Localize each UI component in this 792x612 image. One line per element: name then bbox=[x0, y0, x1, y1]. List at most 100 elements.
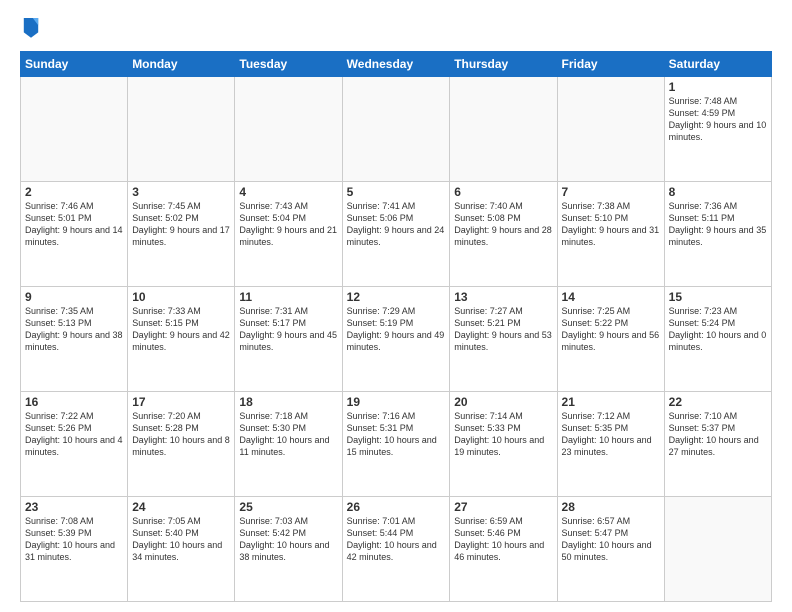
week-row-3: 9Sunrise: 7:35 AM Sunset: 5:13 PM Daylig… bbox=[21, 287, 772, 392]
calendar-cell: 3Sunrise: 7:45 AM Sunset: 5:02 PM Daylig… bbox=[128, 182, 235, 287]
day-number: 21 bbox=[562, 395, 660, 409]
day-number: 14 bbox=[562, 290, 660, 304]
week-row-1: 1Sunrise: 7:48 AM Sunset: 4:59 PM Daylig… bbox=[21, 77, 772, 182]
calendar-cell: 5Sunrise: 7:41 AM Sunset: 5:06 PM Daylig… bbox=[342, 182, 450, 287]
day-info: Sunrise: 7:29 AM Sunset: 5:19 PM Dayligh… bbox=[347, 305, 446, 354]
day-info: Sunrise: 7:22 AM Sunset: 5:26 PM Dayligh… bbox=[25, 410, 123, 459]
day-number: 1 bbox=[669, 80, 767, 94]
calendar-cell bbox=[235, 77, 342, 182]
calendar-table: SundayMondayTuesdayWednesdayThursdayFrid… bbox=[20, 51, 772, 602]
day-info: Sunrise: 7:31 AM Sunset: 5:17 PM Dayligh… bbox=[239, 305, 337, 354]
day-number: 15 bbox=[669, 290, 767, 304]
day-number: 26 bbox=[347, 500, 446, 514]
calendar-cell: 15Sunrise: 7:23 AM Sunset: 5:24 PM Dayli… bbox=[664, 287, 771, 392]
day-number: 27 bbox=[454, 500, 552, 514]
calendar-cell bbox=[557, 77, 664, 182]
calendar-cell: 8Sunrise: 7:36 AM Sunset: 5:11 PM Daylig… bbox=[664, 182, 771, 287]
day-info: Sunrise: 7:33 AM Sunset: 5:15 PM Dayligh… bbox=[132, 305, 230, 354]
day-number: 7 bbox=[562, 185, 660, 199]
calendar-cell: 24Sunrise: 7:05 AM Sunset: 5:40 PM Dayli… bbox=[128, 497, 235, 602]
logo bbox=[20, 16, 44, 43]
calendar-cell: 13Sunrise: 7:27 AM Sunset: 5:21 PM Dayli… bbox=[450, 287, 557, 392]
day-number: 10 bbox=[132, 290, 230, 304]
calendar-cell: 6Sunrise: 7:40 AM Sunset: 5:08 PM Daylig… bbox=[450, 182, 557, 287]
day-number: 20 bbox=[454, 395, 552, 409]
day-info: Sunrise: 7:27 AM Sunset: 5:21 PM Dayligh… bbox=[454, 305, 552, 354]
weekday-header-monday: Monday bbox=[128, 52, 235, 77]
calendar-cell: 4Sunrise: 7:43 AM Sunset: 5:04 PM Daylig… bbox=[235, 182, 342, 287]
calendar-cell: 7Sunrise: 7:38 AM Sunset: 5:10 PM Daylig… bbox=[557, 182, 664, 287]
calendar-cell: 14Sunrise: 7:25 AM Sunset: 5:22 PM Dayli… bbox=[557, 287, 664, 392]
day-number: 11 bbox=[239, 290, 337, 304]
day-info: Sunrise: 7:40 AM Sunset: 5:08 PM Dayligh… bbox=[454, 200, 552, 249]
weekday-header-friday: Friday bbox=[557, 52, 664, 77]
day-info: Sunrise: 7:36 AM Sunset: 5:11 PM Dayligh… bbox=[669, 200, 767, 249]
day-number: 8 bbox=[669, 185, 767, 199]
weekday-header-wednesday: Wednesday bbox=[342, 52, 450, 77]
week-row-5: 23Sunrise: 7:08 AM Sunset: 5:39 PM Dayli… bbox=[21, 497, 772, 602]
day-number: 5 bbox=[347, 185, 446, 199]
day-info: Sunrise: 7:18 AM Sunset: 5:30 PM Dayligh… bbox=[239, 410, 337, 459]
calendar-cell: 20Sunrise: 7:14 AM Sunset: 5:33 PM Dayli… bbox=[450, 392, 557, 497]
calendar-cell: 27Sunrise: 6:59 AM Sunset: 5:46 PM Dayli… bbox=[450, 497, 557, 602]
day-number: 3 bbox=[132, 185, 230, 199]
calendar-cell bbox=[21, 77, 128, 182]
calendar-cell: 26Sunrise: 7:01 AM Sunset: 5:44 PM Dayli… bbox=[342, 497, 450, 602]
day-number: 28 bbox=[562, 500, 660, 514]
day-info: Sunrise: 7:01 AM Sunset: 5:44 PM Dayligh… bbox=[347, 515, 446, 564]
weekday-header-tuesday: Tuesday bbox=[235, 52, 342, 77]
day-number: 12 bbox=[347, 290, 446, 304]
calendar-cell: 10Sunrise: 7:33 AM Sunset: 5:15 PM Dayli… bbox=[128, 287, 235, 392]
day-info: Sunrise: 7:46 AM Sunset: 5:01 PM Dayligh… bbox=[25, 200, 123, 249]
weekday-header-sunday: Sunday bbox=[21, 52, 128, 77]
calendar-cell: 12Sunrise: 7:29 AM Sunset: 5:19 PM Dayli… bbox=[342, 287, 450, 392]
day-info: Sunrise: 7:45 AM Sunset: 5:02 PM Dayligh… bbox=[132, 200, 230, 249]
day-number: 9 bbox=[25, 290, 123, 304]
day-number: 25 bbox=[239, 500, 337, 514]
day-number: 17 bbox=[132, 395, 230, 409]
day-info: Sunrise: 7:43 AM Sunset: 5:04 PM Dayligh… bbox=[239, 200, 337, 249]
day-number: 23 bbox=[25, 500, 123, 514]
day-number: 16 bbox=[25, 395, 123, 409]
calendar-cell: 16Sunrise: 7:22 AM Sunset: 5:26 PM Dayli… bbox=[21, 392, 128, 497]
header bbox=[20, 16, 772, 43]
calendar-cell: 1Sunrise: 7:48 AM Sunset: 4:59 PM Daylig… bbox=[664, 77, 771, 182]
page: SundayMondayTuesdayWednesdayThursdayFrid… bbox=[0, 0, 792, 612]
calendar-cell: 2Sunrise: 7:46 AM Sunset: 5:01 PM Daylig… bbox=[21, 182, 128, 287]
weekday-header-row: SundayMondayTuesdayWednesdayThursdayFrid… bbox=[21, 52, 772, 77]
day-info: Sunrise: 7:12 AM Sunset: 5:35 PM Dayligh… bbox=[562, 410, 660, 459]
calendar-cell: 22Sunrise: 7:10 AM Sunset: 5:37 PM Dayli… bbox=[664, 392, 771, 497]
day-number: 2 bbox=[25, 185, 123, 199]
logo-icon bbox=[22, 16, 40, 38]
day-info: Sunrise: 7:35 AM Sunset: 5:13 PM Dayligh… bbox=[25, 305, 123, 354]
day-number: 6 bbox=[454, 185, 552, 199]
day-info: Sunrise: 7:38 AM Sunset: 5:10 PM Dayligh… bbox=[562, 200, 660, 249]
day-info: Sunrise: 7:08 AM Sunset: 5:39 PM Dayligh… bbox=[25, 515, 123, 564]
day-number: 22 bbox=[669, 395, 767, 409]
day-info: Sunrise: 6:59 AM Sunset: 5:46 PM Dayligh… bbox=[454, 515, 552, 564]
day-info: Sunrise: 7:05 AM Sunset: 5:40 PM Dayligh… bbox=[132, 515, 230, 564]
calendar-cell: 25Sunrise: 7:03 AM Sunset: 5:42 PM Dayli… bbox=[235, 497, 342, 602]
calendar-cell: 11Sunrise: 7:31 AM Sunset: 5:17 PM Dayli… bbox=[235, 287, 342, 392]
day-info: Sunrise: 6:57 AM Sunset: 5:47 PM Dayligh… bbox=[562, 515, 660, 564]
weekday-header-saturday: Saturday bbox=[664, 52, 771, 77]
day-info: Sunrise: 7:16 AM Sunset: 5:31 PM Dayligh… bbox=[347, 410, 446, 459]
day-number: 18 bbox=[239, 395, 337, 409]
day-info: Sunrise: 7:25 AM Sunset: 5:22 PM Dayligh… bbox=[562, 305, 660, 354]
calendar-cell: 19Sunrise: 7:16 AM Sunset: 5:31 PM Dayli… bbox=[342, 392, 450, 497]
calendar-cell bbox=[342, 77, 450, 182]
day-number: 13 bbox=[454, 290, 552, 304]
calendar-cell: 23Sunrise: 7:08 AM Sunset: 5:39 PM Dayli… bbox=[21, 497, 128, 602]
day-number: 4 bbox=[239, 185, 337, 199]
calendar-cell: 9Sunrise: 7:35 AM Sunset: 5:13 PM Daylig… bbox=[21, 287, 128, 392]
day-info: Sunrise: 7:20 AM Sunset: 5:28 PM Dayligh… bbox=[132, 410, 230, 459]
calendar-cell bbox=[128, 77, 235, 182]
day-info: Sunrise: 7:41 AM Sunset: 5:06 PM Dayligh… bbox=[347, 200, 446, 249]
calendar-cell: 17Sunrise: 7:20 AM Sunset: 5:28 PM Dayli… bbox=[128, 392, 235, 497]
week-row-2: 2Sunrise: 7:46 AM Sunset: 5:01 PM Daylig… bbox=[21, 182, 772, 287]
week-row-4: 16Sunrise: 7:22 AM Sunset: 5:26 PM Dayli… bbox=[21, 392, 772, 497]
calendar-cell: 28Sunrise: 6:57 AM Sunset: 5:47 PM Dayli… bbox=[557, 497, 664, 602]
day-info: Sunrise: 7:23 AM Sunset: 5:24 PM Dayligh… bbox=[669, 305, 767, 354]
day-number: 19 bbox=[347, 395, 446, 409]
day-info: Sunrise: 7:10 AM Sunset: 5:37 PM Dayligh… bbox=[669, 410, 767, 459]
